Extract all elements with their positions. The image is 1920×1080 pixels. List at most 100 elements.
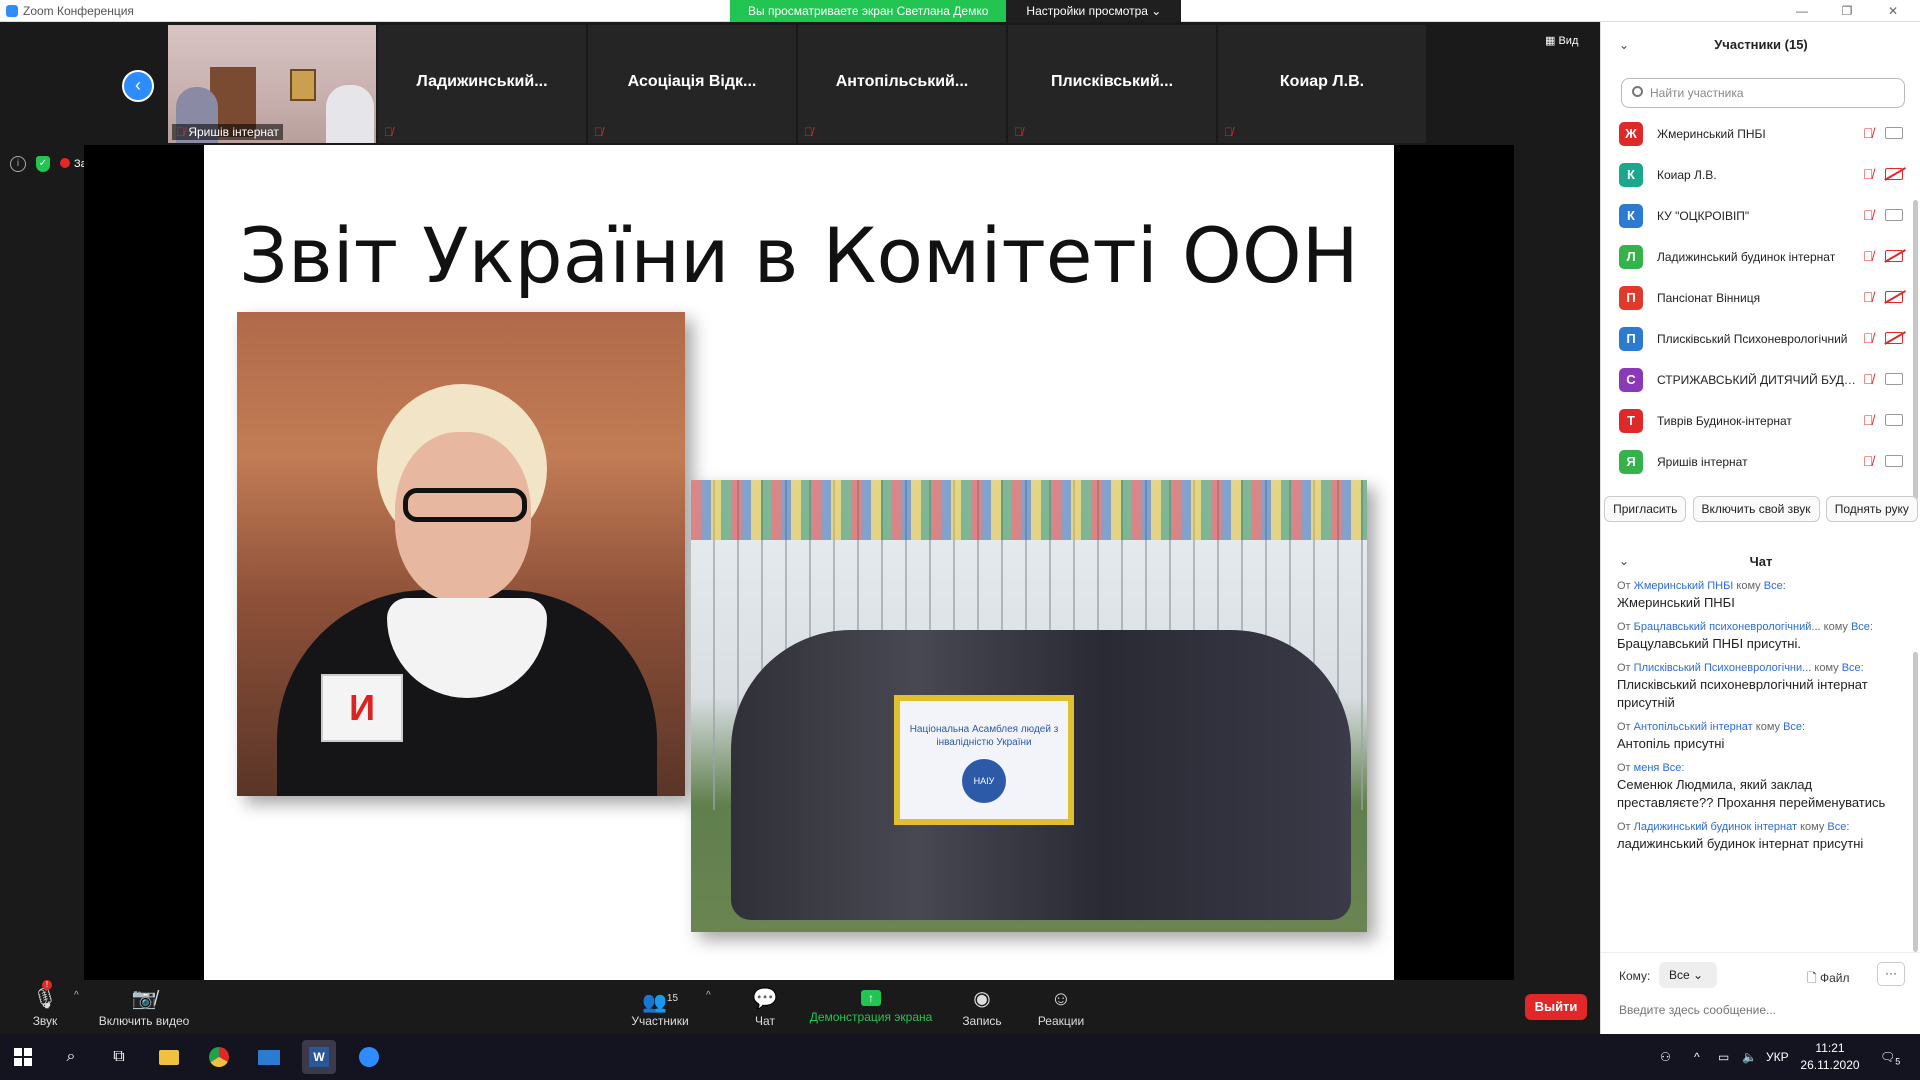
message-sender[interactable]: Ладижинський будинок інтернат — [1634, 821, 1797, 833]
video-icon[interactable] — [1885, 127, 1903, 139]
reactions-button[interactable]: ☺ Реакции — [1028, 980, 1094, 1034]
volume-icon[interactable]: 🔈 — [1742, 1034, 1757, 1080]
more-options-button[interactable]: ··· — [1877, 962, 1905, 986]
participant-row[interactable]: Т Тиврів Будинок-інтернат 🎙̸ — [1601, 401, 1920, 442]
chat-button[interactable]: 💬 Чат — [740, 980, 790, 1034]
thumbnail[interactable]: Асоціація Відк... 🎙̸ — [588, 25, 796, 143]
minimize-button[interactable]: — — [1792, 2, 1812, 20]
message-sender[interactable]: меня — [1634, 762, 1660, 774]
mic-muted-icon[interactable]: 🎙̸ — [1863, 330, 1874, 346]
thumbnail[interactable]: Коиар Л.В. 🎙̸ — [1218, 25, 1426, 143]
file-explorer-icon[interactable] — [152, 1040, 186, 1074]
word-icon[interactable]: W — [302, 1040, 336, 1074]
windows-start-icon[interactable] — [14, 1048, 32, 1066]
video-off-icon[interactable] — [1885, 291, 1903, 303]
chat-recipient-select[interactable]: Все ⌄ — [1659, 962, 1717, 988]
video-icon[interactable] — [1885, 373, 1903, 385]
message-sender[interactable]: Жмеринський ПНБІ — [1634, 580, 1734, 592]
leave-meeting-button[interactable]: Выйти — [1525, 994, 1587, 1020]
notification-icon[interactable]: 🗨5 — [1880, 1034, 1900, 1080]
mic-muted-icon[interactable]: 🎙̸ — [1863, 166, 1874, 182]
unmute-self-button[interactable]: Включить свой звук — [1692, 496, 1820, 522]
message-recipient[interactable]: Все: — [1764, 580, 1786, 592]
invite-button[interactable]: Пригласить — [1604, 496, 1687, 522]
chevron-up-icon[interactable]: ^ — [1694, 1034, 1700, 1080]
start-video-button[interactable]: 📷̸ Включить видео — [92, 980, 196, 1034]
audio-options-caret[interactable]: ^ — [74, 990, 79, 1001]
view-button[interactable]: ▦ Вид — [1545, 34, 1578, 47]
chevron-left-icon[interactable]: ‹ — [122, 70, 154, 102]
participant-row[interactable]: Ж Жмеринський ПНБІ 🎙̸ — [1601, 114, 1920, 155]
mic-muted-icon[interactable]: 🎙̸ — [1863, 125, 1874, 141]
video-icon[interactable] — [1885, 209, 1903, 221]
record-button[interactable]: ◉ Запись — [952, 980, 1012, 1034]
from-word: От — [1617, 762, 1631, 774]
mic-muted-icon[interactable]: 🎙̸ — [1863, 412, 1874, 428]
windows-taskbar: ⌕ ⧉ W ⚇ ^ ▭ 🔈 УКР 11:21 26.11.2020 🗨5 — [0, 1034, 1920, 1080]
slide-photo-group: Національна Асамблея людей з інвалідніст… — [691, 480, 1367, 932]
mail-icon[interactable] — [252, 1040, 286, 1074]
thumbnail[interactable]: Ладижинський... 🎙̸ — [378, 25, 586, 143]
message-recipient[interactable]: Все: — [1842, 662, 1864, 674]
message-recipient[interactable]: Все: — [1827, 821, 1849, 833]
audio-button[interactable]: 🎙 ! Звук — [20, 980, 70, 1034]
chat-message-input[interactable] — [1619, 997, 1909, 1023]
mic-muted-icon[interactable]: 🎙̸ — [1863, 207, 1874, 223]
zoom-app-icon[interactable] — [352, 1040, 386, 1074]
chrome-icon[interactable] — [202, 1040, 236, 1074]
raise-hand-button[interactable]: Поднять руку — [1825, 496, 1918, 522]
thumbnail[interactable]: Антопільський... 🎙̸ — [798, 25, 1006, 143]
message-sender[interactable]: Брацлавський психоневрологічний... — [1634, 621, 1821, 633]
video-off-icon[interactable] — [1885, 332, 1903, 344]
maximize-button[interactable]: ❐ — [1837, 2, 1857, 20]
video-off-icon[interactable] — [1885, 168, 1903, 180]
video-off-icon: 📷̸ — [131, 988, 157, 1010]
message-sender[interactable]: Антопільський інтернат — [1634, 721, 1753, 733]
file-button[interactable]: 🗋 Файл — [1807, 969, 1850, 990]
share-screen-button[interactable]: ↑ Демонстрация экрана — [806, 980, 936, 1034]
people-icon[interactable]: ⚇ — [1660, 1034, 1671, 1080]
banner-text: Національна Асамблея людей з інвалідніст… — [909, 724, 1059, 748]
participants-options-caret[interactable]: ^ — [706, 990, 711, 1001]
photo-banner: Національна Асамблея людей з інвалідніст… — [894, 695, 1074, 825]
thumbnail[interactable]: Плисківський... 🎙̸ — [1008, 25, 1216, 143]
participant-row[interactable]: С СТРИЖАВСЬКИЙ ДИТЯЧИЙ БУДИНОК 🎙̸ — [1601, 360, 1920, 401]
participants-scrollbar[interactable] — [1913, 200, 1918, 500]
alert-badge: ! — [42, 980, 52, 990]
message-sender[interactable]: Плисківський Психоневрологічни... — [1634, 662, 1812, 674]
mic-muted-icon[interactable]: 🎙̸ — [1863, 453, 1874, 469]
search-icon[interactable]: ⌕ — [54, 1040, 88, 1074]
video-icon[interactable] — [1885, 455, 1903, 467]
participant-row[interactable]: П Пансіонат Вінниця 🎙̸ — [1601, 278, 1920, 319]
participants-header: ⌄ Участники (15) — [1601, 22, 1920, 66]
mic-muted-icon[interactable]: 🎙̸ — [1863, 289, 1874, 305]
thumbnail-video[interactable]: 🎙̸ Яришів інтернат — [168, 25, 376, 143]
message-recipient[interactable]: Все: — [1851, 621, 1873, 633]
mic-muted-icon[interactable]: 🎙̸ — [1863, 248, 1874, 264]
video-icon[interactable] — [1885, 414, 1903, 426]
participant-row[interactable]: П Плисківський Психоневрологічний 🎙̸ — [1601, 319, 1920, 360]
language-indicator[interactable]: УКР — [1766, 1034, 1789, 1080]
chat-scrollbar[interactable] — [1913, 652, 1918, 952]
participant-row[interactable]: К КУ "ОЦКРОІВІП" 🎙̸ — [1601, 196, 1920, 237]
participant-row[interactable]: Л Ладижинський будинок інтернат 🎙̸ — [1601, 237, 1920, 278]
participant-search-input[interactable]: Найти участника — [1621, 78, 1905, 108]
network-icon[interactable]: ▭ — [1718, 1034, 1729, 1080]
video-off-icon[interactable] — [1885, 250, 1903, 262]
window-title: Zoom Конференция — [23, 4, 134, 18]
info-icon[interactable]: i — [10, 156, 26, 172]
participants-button[interactable]: 👥15 Участники — [620, 980, 700, 1034]
task-view-icon[interactable]: ⧉ — [102, 1040, 136, 1074]
close-button[interactable]: ✕ — [1883, 2, 1903, 20]
view-settings-button[interactable]: Настройки просмотра ⌄ — [1006, 0, 1182, 22]
chat-label: Чат — [755, 1014, 775, 1028]
clock[interactable]: 11:21 26.11.2020 — [1795, 1040, 1865, 1074]
participant-row[interactable]: Я Яришів інтернат 🎙̸ — [1601, 442, 1920, 483]
message-recipient[interactable]: Все: — [1662, 762, 1684, 774]
to-word: кому — [1814, 662, 1839, 674]
shield-icon[interactable]: ✓ — [36, 156, 50, 172]
message-recipient[interactable]: Все: — [1783, 721, 1805, 733]
chat-messages: От Жмеринський ПНБІ кому Все: Жмеринський… — [1617, 580, 1907, 862]
participant-row[interactable]: К Коиар Л.В. 🎙̸ — [1601, 155, 1920, 196]
mic-muted-icon[interactable]: 🎙̸ — [1863, 371, 1874, 387]
